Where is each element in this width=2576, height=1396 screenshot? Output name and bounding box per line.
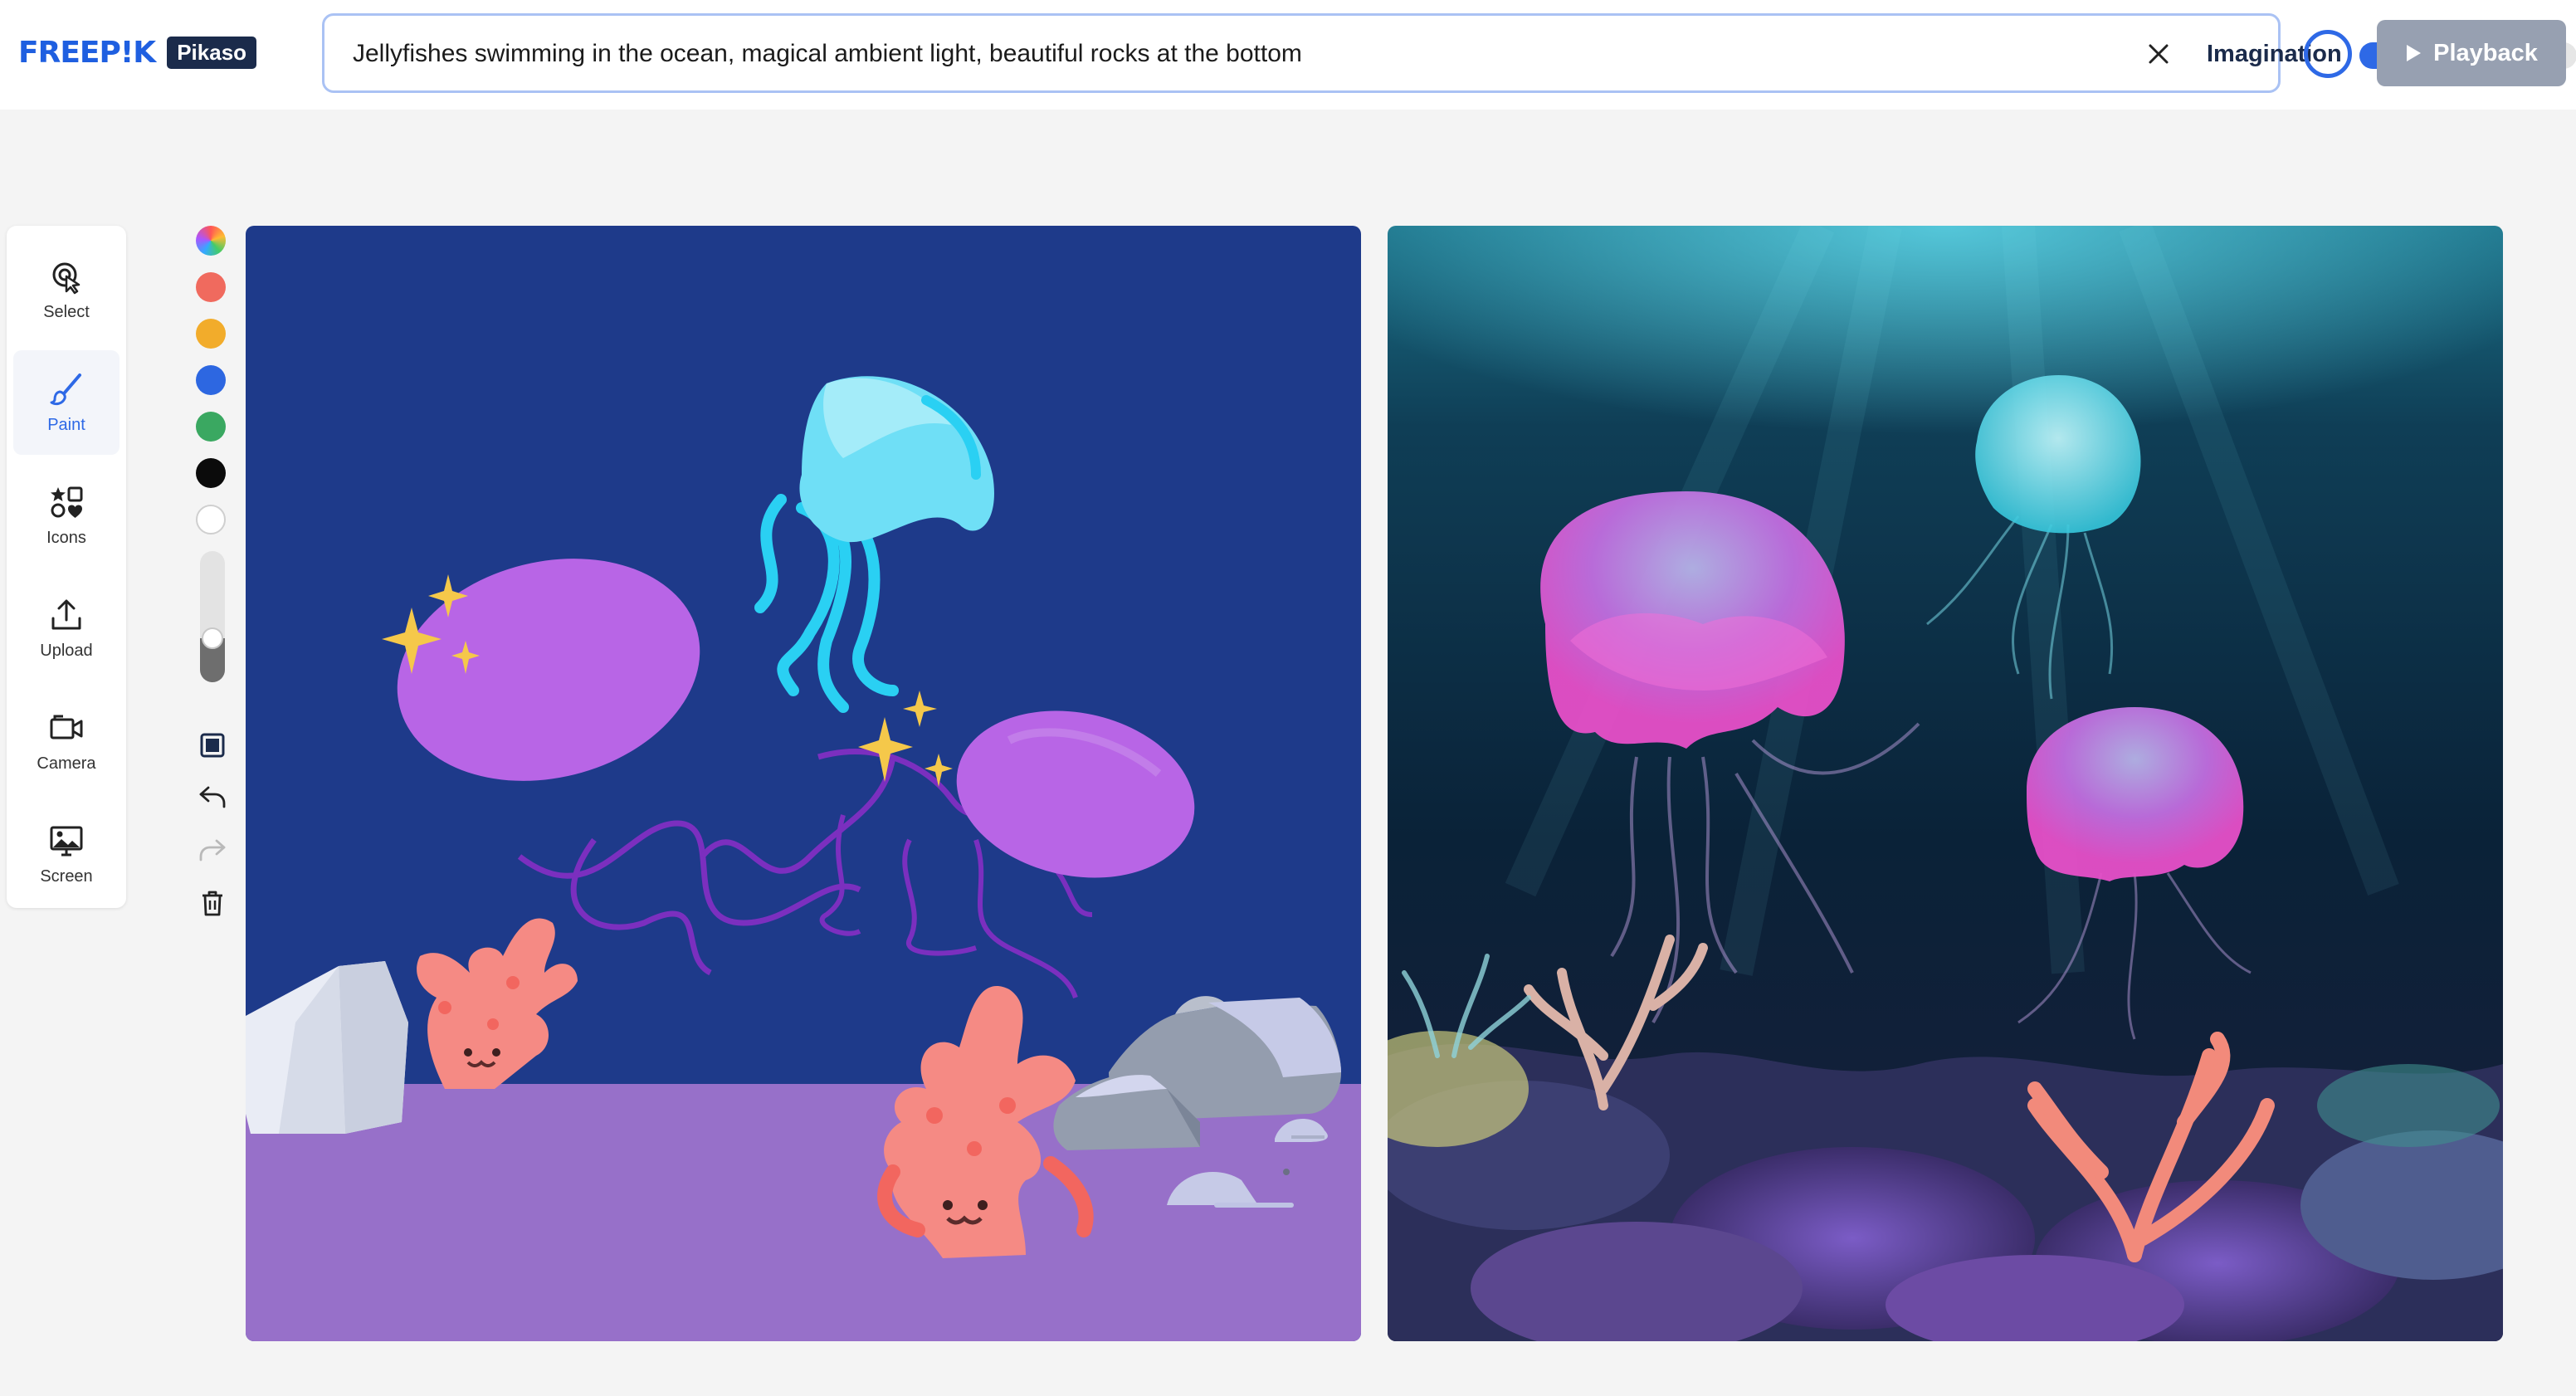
swatch-red[interactable] <box>196 272 226 302</box>
generate-status-ring[interactable] <box>2304 30 2352 78</box>
tool-upload[interactable]: Upload <box>13 576 120 681</box>
redo-icon <box>199 839 226 862</box>
tool-label: Paint <box>47 415 85 434</box>
product-badge: Pikaso <box>167 36 257 69</box>
tool-label: Camera <box>37 754 96 773</box>
swatch-white[interactable] <box>196 505 226 534</box>
swatch-blue[interactable] <box>196 365 226 395</box>
top-bar: FREEP!K Pikaso Imagination Playback <box>0 0 2576 110</box>
sketch-canvas[interactable] <box>246 226 1361 1341</box>
logo-wordmark: FREEP!K <box>18 35 156 70</box>
undo-icon <box>199 786 226 808</box>
tool-camera[interactable]: Camera <box>13 689 120 793</box>
swatch-black[interactable] <box>196 458 226 488</box>
prompt-input[interactable] <box>353 37 1830 71</box>
generated-image <box>1388 226 2503 1341</box>
paint-brush-icon <box>50 373 81 405</box>
playback-button[interactable]: Playback <box>2377 20 2566 86</box>
select-pointer-icon <box>52 262 80 294</box>
play-icon <box>2407 45 2422 61</box>
swatch-orange[interactable] <box>196 319 226 349</box>
delete-button[interactable] <box>198 888 227 918</box>
tool-paint[interactable]: Paint <box>13 350 120 455</box>
generated-artwork <box>1388 226 2503 1341</box>
color-picker-wheel[interactable] <box>196 226 226 256</box>
screen-capture-icon <box>50 826 83 856</box>
brand-logo[interactable]: FREEP!K Pikaso <box>18 35 257 70</box>
prompt-bar: Imagination <box>322 13 2576 93</box>
tool-panel: Select Paint Icons Upload Camera Screen <box>7 226 126 908</box>
tool-label: Icons <box>46 528 86 547</box>
tool-icons[interactable]: Icons <box>13 463 120 568</box>
tool-screen[interactable]: Screen <box>13 802 120 906</box>
shapes-icon <box>51 486 83 518</box>
camera-icon <box>50 715 83 739</box>
fill-background-button[interactable] <box>198 730 227 760</box>
square-fill-icon <box>200 733 225 758</box>
tool-label: Upload <box>40 641 93 660</box>
undo-button[interactable] <box>198 782 227 812</box>
tool-label: Screen <box>40 866 93 886</box>
swatch-green[interactable] <box>196 412 226 442</box>
brush-size-thumb[interactable] <box>202 627 223 649</box>
clear-prompt-button[interactable] <box>2142 37 2175 71</box>
sketch-artwork <box>246 226 1361 1341</box>
playback-label: Playback <box>2433 39 2538 66</box>
tool-label: Select <box>43 302 90 321</box>
close-icon <box>2149 44 2169 64</box>
brush-size-slider[interactable] <box>200 551 225 682</box>
upload-icon <box>51 599 81 629</box>
redo-button[interactable] <box>198 835 227 865</box>
trash-icon <box>202 891 222 916</box>
tool-select[interactable]: Select <box>13 237 120 342</box>
